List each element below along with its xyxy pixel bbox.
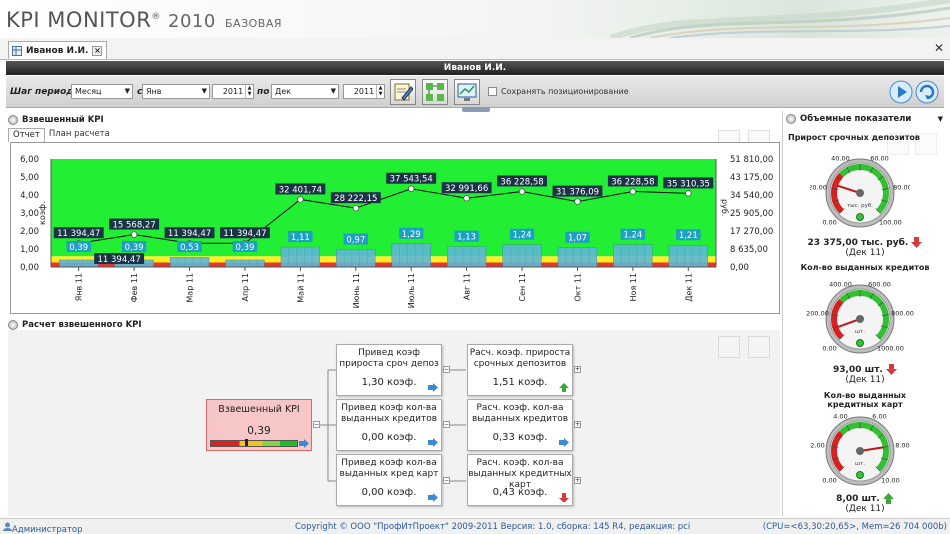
right-node-deposits[interactable]: Расч. коэф. прироста срочных депозитов 1… [467, 344, 573, 396]
status-user[interactable]: Администратор [3, 522, 83, 534]
right-node-value: 1,51 коэф. [492, 377, 548, 388]
mid-node-value: 0,00 коэф. [361, 487, 417, 498]
mid-node-title: Привед коэф кол-ва выданных кредитов [340, 403, 438, 424]
gauge-status-light [856, 471, 864, 479]
arrow-up-icon [559, 383, 569, 392]
arrow-down-icon [885, 364, 897, 375]
status-memory: (CPU=<63,30:20,65>, Mem=26 704 000b) [762, 522, 947, 532]
kpi-scale-marker [245, 439, 248, 446]
mid-node-expander[interactable]: − [443, 366, 450, 373]
mid-node-expander[interactable]: − [443, 421, 450, 428]
right-node-title: Расч. коэф. кол-ва выданных кредитов [471, 403, 569, 424]
right-node-value: 0,33 коэф. [492, 432, 548, 443]
right-node-title: Расч. коэф. прироста срочных депозитов [469, 348, 571, 369]
status-copyright: Copyright © ООО "ПрофИтПроект" 2009-2011… [295, 522, 691, 532]
arrow-right-icon [299, 439, 309, 448]
gauge-deposits: 20.00 40.00 60.00 80.00 0.00 100.00 тыс. руб. [810, 154, 910, 228]
volume-panel-title: Объемные показатели [800, 113, 912, 124]
gauge-tick-label: 2.00 [810, 442, 824, 450]
gauge-tick-label: 200.00 [806, 310, 829, 318]
gauge-unit-label: шт. [855, 461, 865, 467]
gauge-tick-label: 0.00 [822, 218, 836, 226]
arrow-right-icon [428, 383, 438, 392]
gauge-period-deposits: (Дек 11) [845, 248, 885, 258]
arrow-down-icon [911, 237, 923, 248]
gauge-value-credits: 93,00 шт. [783, 364, 947, 375]
gauge-value-text: 93,00 шт. [833, 365, 883, 375]
gauge-tick-label: 1000.00 [877, 344, 904, 352]
gauge-hub [856, 189, 864, 197]
mid-node-title: Привед коэф прироста сроч депоз [339, 348, 439, 369]
right-node-credits[interactable]: Расч. коэф. кол-ва выданных кредитов 0,3… [467, 399, 573, 451]
gauge-hub [856, 447, 864, 455]
gauge-tick-label: 8.00 [895, 442, 909, 450]
gauge-tick-label: 80.00 [893, 184, 910, 192]
gauge-tick-label: 800.00 [891, 310, 914, 318]
arrow-up-icon [882, 493, 894, 504]
mid-node-cards[interactable]: Привед коэф кол-ва выданных кред карт 0,… [336, 454, 442, 506]
gauge-tick-label: 0.00 [822, 476, 836, 484]
status-user-name: Администратор [12, 525, 83, 534]
gauge-status-light [856, 339, 864, 347]
gauge-tick-label: 6.00 [872, 412, 886, 420]
mid-node-value: 0,00 коэф. [361, 432, 417, 443]
gauge-value-deposits: 23 375,00 тыс. руб. [783, 237, 947, 248]
gauge-credits: 200.00 400.00 600.00 800.00 0.00 1000.00 шт. [806, 280, 914, 354]
gauge-title-credits: Кол-во выданных кредитов [800, 263, 930, 272]
user-icon [3, 522, 12, 531]
right-node-expander[interactable]: + [574, 366, 581, 373]
right-node-expander[interactable]: + [574, 421, 581, 428]
gauge-unit-label: шт. [855, 329, 865, 335]
gauge-value-cards: 8,00 шт. [783, 493, 947, 504]
gauge-title-cards: Кол-во выданных кредитных карт [823, 391, 907, 409]
gauge-value-text: 8,00 шт. [836, 494, 880, 504]
status-bar: Администратор Copyright © ООО "ПрофИтПро… [0, 518, 950, 534]
arrow-right-icon [559, 438, 569, 447]
gauge-tick-label: 4.00 [833, 412, 847, 420]
gauge-title-deposits: Прирост срочных депозитов [788, 133, 920, 142]
mid-node-credits[interactable]: Привед коэф кол-ва выданных кредитов 0,0… [336, 399, 442, 451]
panel-gear-icon [786, 113, 796, 124]
kpi-scale-bar [210, 440, 298, 447]
gauge-tick-label: 60.00 [870, 154, 889, 162]
gauge-tick-label: 400.00 [829, 280, 852, 288]
mid-node-deposits[interactable]: Привед коэф прироста сроч депоз 1,30 коэ… [336, 344, 442, 396]
gauge-period-cards: (Дек 11) [845, 504, 885, 514]
weighted-kpi-node[interactable]: Взвешенный KPI 0,39 [206, 399, 312, 451]
right-node-cards[interactable]: Расч. коэф. кол-ва выданных кредитных ка… [467, 454, 573, 506]
gauge-tick-label: 0.00 [822, 344, 836, 352]
mid-node-expander[interactable]: − [443, 477, 450, 484]
gauge-cards: 2.00 4.00 6.00 8.00 0.00 10.00 шт. [810, 412, 910, 486]
volume-panel-header: Объемные показатели ▼ [786, 111, 946, 126]
gauge-tick-label: 100.00 [879, 218, 902, 226]
right-node-expander[interactable]: + [574, 477, 581, 484]
chevron-down-icon[interactable]: ▼ [938, 115, 943, 123]
mid-node-value: 1,30 коэф. [361, 377, 417, 388]
right-node-value: 0,43 коэф. [492, 487, 548, 498]
weighted-kpi-node-title: Взвешенный KPI [218, 404, 300, 415]
arrow-right-icon [428, 438, 438, 447]
mid-node-title: Привед коэф кол-ва выданных кред карт [339, 458, 439, 479]
weighted-kpi-node-value: 0,39 [247, 425, 271, 437]
volume-panel: Объемные показатели ▼ Прирост срочных де… [782, 111, 946, 516]
main-node-expander[interactable]: − [313, 421, 320, 428]
gauge-tick-label: 40.00 [831, 154, 850, 162]
arrow-right-icon [428, 493, 438, 502]
arrow-down-icon [559, 493, 569, 502]
gauge-tick-label: 10.00 [881, 476, 900, 484]
gauge-unit-label: тыс. руб. [847, 203, 873, 209]
gauge-hub [856, 315, 864, 323]
gauge-status-light [856, 213, 864, 221]
gauge-tick-label: 20.00 [810, 184, 827, 192]
gauge-value-text: 23 375,00 тыс. руб. [807, 238, 909, 248]
gauge-tick-label: 600.00 [868, 280, 891, 288]
gauge-period-credits: (Дек 11) [845, 375, 885, 385]
